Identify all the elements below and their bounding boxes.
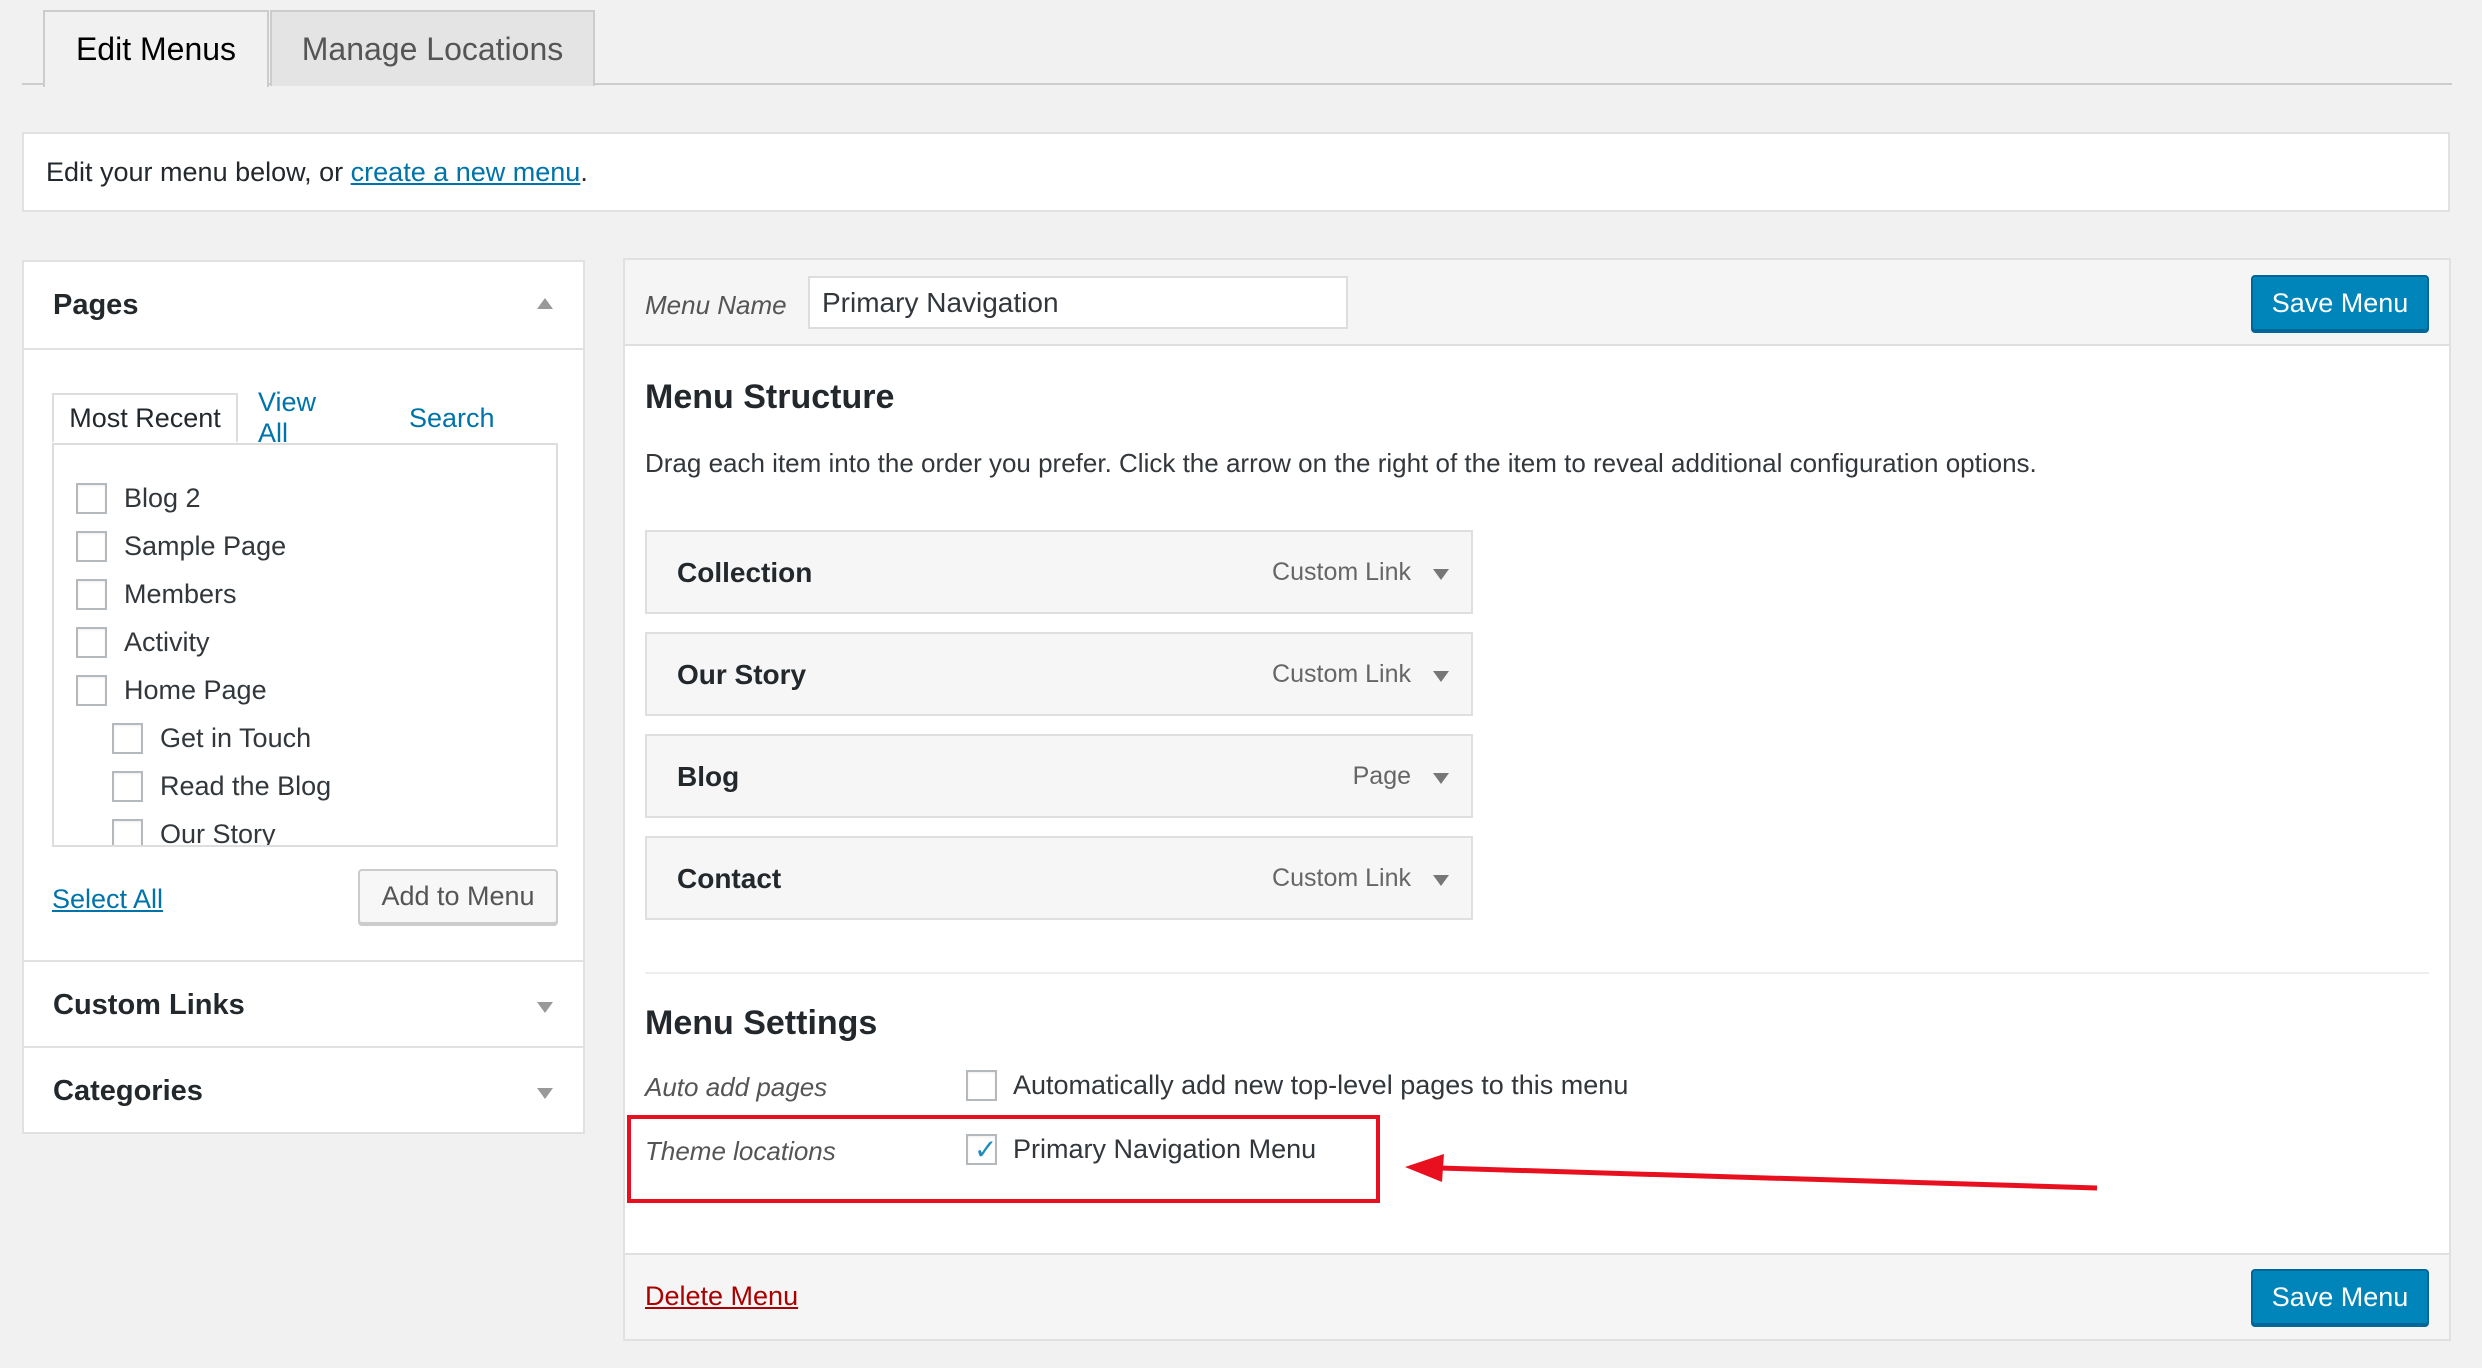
tab-edit-menus[interactable]: Edit Menus: [43, 10, 269, 87]
page-label: Sample Page: [124, 530, 287, 561]
divider: [24, 348, 583, 350]
pages-accordion-header[interactable]: Pages: [24, 262, 583, 348]
page-label: Get in Touch: [160, 722, 312, 753]
menu-header: Menu Name Primary Navigation Save Menu: [625, 260, 2449, 346]
list-item[interactable]: Get in Touch: [112, 718, 311, 758]
page-label: Our Story: [160, 818, 276, 847]
checkbox[interactable]: [112, 722, 143, 754]
menu-item-type: Custom Link: [1272, 660, 1411, 688]
menu-name-label: Menu Name: [645, 290, 787, 320]
menu-item-type: Custom Link: [1272, 864, 1411, 892]
menu-items-sidebar: Pages Most Recent View All Search Blog 2…: [22, 260, 585, 1134]
checkbox[interactable]: [76, 674, 107, 706]
menu-item-title: Collection: [677, 557, 813, 588]
tab-most-recent[interactable]: Most Recent: [52, 393, 238, 443]
pages-title: Pages: [53, 288, 139, 321]
list-item[interactable]: Blog 2: [76, 478, 201, 518]
menu-item[interactable]: Collection Custom Link: [645, 530, 1473, 614]
expand-arrow-icon[interactable]: [537, 1002, 553, 1013]
create-new-menu-link[interactable]: create a new menu: [351, 157, 581, 188]
list-item[interactable]: Home Page: [76, 670, 267, 710]
edit-menu-notice: Edit your menu below, or create a new me…: [22, 132, 2450, 212]
list-item[interactable]: Activity: [76, 622, 210, 662]
expand-item-icon[interactable]: [1433, 875, 1449, 886]
page-label: Blog 2: [124, 482, 201, 513]
page-label: Read the Blog: [160, 770, 332, 801]
divider: [645, 972, 2429, 974]
notice-suffix: .: [580, 156, 588, 187]
expand-arrow-icon[interactable]: [537, 1088, 553, 1099]
nav-tab-wrapper: Edit Menus Manage Locations: [22, 0, 2452, 87]
annotation-highlight-box: [627, 1115, 1380, 1203]
save-menu-button[interactable]: Save Menu: [2251, 1269, 2429, 1325]
menu-item[interactable]: Our Story Custom Link: [645, 632, 1473, 716]
categories-title: Categories: [53, 1074, 203, 1107]
menu-name-input[interactable]: Primary Navigation: [808, 276, 1348, 329]
menu-item-title: Contact: [677, 863, 782, 894]
custom-links-title: Custom Links: [53, 988, 245, 1021]
custom-links-accordion-header[interactable]: Custom Links: [24, 962, 583, 1048]
checkbox[interactable]: [112, 770, 143, 802]
menu-item[interactable]: Contact Custom Link: [645, 836, 1473, 920]
menu-item-title: Blog: [677, 761, 740, 792]
auto-add-option-label: Automatically add new top-level pages to…: [1013, 1070, 1629, 1100]
pages-checklist: Blog 2 Sample Page Members Activity Home…: [52, 443, 558, 847]
expand-item-icon[interactable]: [1433, 671, 1449, 682]
expand-item-icon[interactable]: [1433, 773, 1449, 784]
menu-footer: Delete Menu Save Menu: [625, 1253, 2449, 1339]
save-menu-button[interactable]: Save Menu: [2251, 275, 2429, 331]
menu-item-type: Page: [1352, 762, 1411, 790]
list-item[interactable]: Members: [76, 574, 237, 614]
tab-search[interactable]: Search: [409, 393, 495, 443]
auto-add-label: Auto add pages: [645, 1072, 828, 1102]
menu-item-type: Custom Link: [1272, 558, 1411, 586]
list-item[interactable]: Sample Page: [76, 526, 286, 566]
menu-item-title: Our Story: [677, 659, 807, 690]
add-to-menu-button[interactable]: Add to Menu: [358, 869, 558, 924]
auto-add-option[interactable]: Automatically add new top-level pages to…: [966, 1070, 1628, 1101]
tab-view-all[interactable]: View All: [258, 387, 316, 448]
collapse-arrow-icon[interactable]: [537, 298, 553, 309]
page-label: Activity: [124, 626, 210, 657]
menu-item[interactable]: Blog Page: [645, 734, 1473, 818]
categories-accordion-header[interactable]: Categories: [24, 1048, 583, 1134]
expand-item-icon[interactable]: [1433, 569, 1449, 580]
checkbox[interactable]: [112, 818, 143, 845]
checkbox[interactable]: [76, 482, 107, 514]
checkbox[interactable]: [76, 626, 107, 658]
list-item[interactable]: Read the Blog: [112, 766, 331, 806]
select-all-link[interactable]: Select All: [52, 884, 163, 915]
menu-settings-title: Menu Settings: [645, 1004, 878, 1042]
page-label: Members: [124, 578, 237, 609]
menu-structure-description: Drag each item into the order you prefer…: [645, 448, 2037, 478]
checkbox[interactable]: [76, 578, 107, 610]
tab-manage-locations[interactable]: Manage Locations: [270, 10, 595, 86]
annotation-arrow-icon: [1405, 1154, 2098, 1191]
page-label: Home Page: [124, 674, 267, 705]
checkbox[interactable]: [76, 530, 107, 562]
delete-menu-link[interactable]: Delete Menu: [645, 1281, 798, 1312]
list-item[interactable]: Our Story: [112, 814, 276, 847]
auto-add-checkbox[interactable]: [966, 1070, 997, 1101]
menu-structure-title: Menu Structure: [645, 378, 895, 416]
notice-text: Edit your menu below, or: [46, 156, 351, 187]
